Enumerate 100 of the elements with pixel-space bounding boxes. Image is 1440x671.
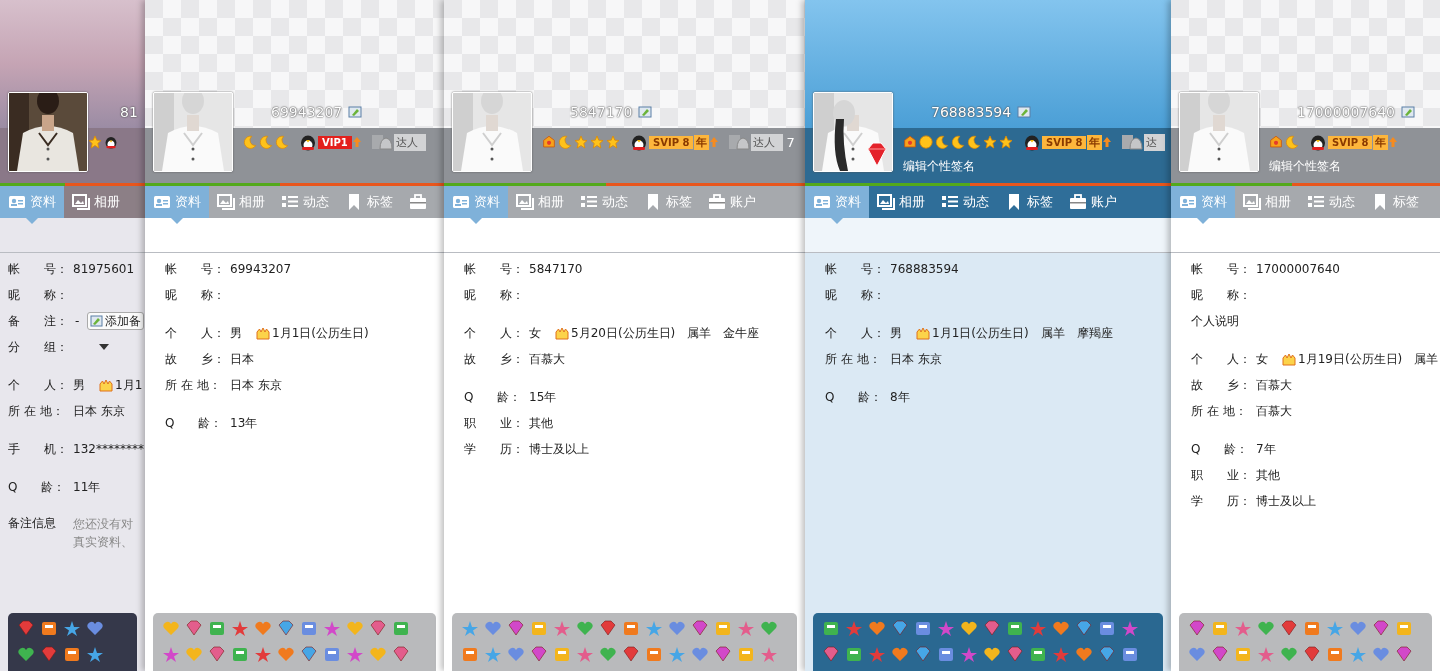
field-value: 博士及以上 [529, 440, 589, 458]
gem-icon [299, 645, 317, 663]
gem-icon [821, 645, 839, 663]
field-label: 所 在 地： [825, 350, 882, 368]
field-label: 昵 称： [825, 286, 886, 304]
gem-icon [1302, 645, 1320, 663]
cake-icon [555, 326, 569, 340]
gender-value: 男 [890, 324, 902, 342]
profile-card-icon [813, 193, 831, 211]
field-value: 日本 东京 [890, 350, 942, 368]
tab[interactable]: 动态 [572, 186, 636, 218]
tile-icon [621, 619, 639, 637]
tab[interactable]: 动态 [1299, 186, 1363, 218]
edit-icon[interactable] [1401, 106, 1415, 118]
field-label: 所 在 地： [1191, 402, 1248, 420]
tab[interactable]: 动态 [273, 186, 337, 218]
field-value: 81975601 [73, 262, 135, 276]
tile-icon [39, 619, 57, 637]
tile-icon [322, 645, 340, 663]
account-number: 17000007640 [1297, 104, 1395, 120]
tab[interactable]: 动态 [933, 186, 997, 218]
penguin-icon [630, 133, 648, 151]
tile-icon [460, 645, 478, 663]
crown-icon [1269, 135, 1283, 149]
gender-value: 女 [1256, 350, 1268, 368]
expert-tag: 达 [1144, 133, 1166, 151]
moon-icon [275, 135, 289, 149]
tile-icon [913, 619, 931, 637]
heart-icon [575, 619, 593, 637]
edit-icon[interactable] [348, 106, 363, 118]
field-value: 属羊 [1040, 324, 1065, 342]
heart-icon [1348, 619, 1366, 637]
gem-icon [982, 619, 1000, 637]
gem-icon [890, 619, 908, 637]
heart-icon [759, 619, 777, 637]
star-icon [959, 645, 977, 663]
star-icon [1120, 619, 1138, 637]
tab[interactable]: 相册 [1235, 186, 1299, 218]
tab[interactable]: 相册 [869, 186, 933, 218]
star-icon [590, 135, 604, 149]
up-arrow-icon [1389, 137, 1398, 147]
cake-icon [256, 326, 270, 340]
tile-icon [230, 645, 248, 663]
gem-icon [276, 619, 294, 637]
field-label: 分 组： [8, 338, 69, 356]
field-value: 属羊 [687, 324, 712, 342]
star-icon [1256, 645, 1274, 663]
group-dropdown[interactable] [97, 342, 111, 352]
crown-icon [542, 135, 556, 149]
signature-link[interactable]: 编辑个性签名 [903, 158, 1171, 175]
star-icon [999, 135, 1013, 149]
bell-icon [1121, 132, 1144, 152]
star-icon [1233, 619, 1251, 637]
tab[interactable]: 标签 [997, 186, 1061, 218]
expert-tag: 达人 [393, 133, 426, 151]
add-note-button[interactable]: 添加备 [87, 312, 145, 330]
photo-frame-icon [877, 193, 895, 211]
gem-icon [1210, 645, 1228, 663]
tab[interactable]: 账户 [700, 186, 764, 218]
edit-icon[interactable] [638, 106, 653, 118]
cake-icon [1282, 352, 1296, 366]
heart-icon [1074, 645, 1092, 663]
star-icon [867, 645, 885, 663]
field-label: 个 人： [464, 324, 525, 342]
tab[interactable]: 账户 [1061, 186, 1125, 218]
photo-frame-icon [516, 193, 534, 211]
tab[interactable]: 相册 [64, 186, 128, 218]
tab[interactable]: 标签 [636, 186, 700, 218]
field-label: Q 龄： [825, 388, 884, 406]
field-value: 金牛座 [723, 324, 760, 342]
field-label: 故 乡： [1191, 376, 1252, 394]
heart-icon [598, 645, 616, 663]
field-label: Q 龄： [8, 478, 67, 496]
star-icon [230, 619, 248, 637]
tile-icon [207, 619, 225, 637]
vip-level: SVIP 8 [649, 135, 694, 149]
gender-value: 男 [230, 324, 242, 342]
field-label: 帐 号： [464, 260, 525, 278]
gem-icon [1005, 645, 1023, 663]
tab[interactable]: 标签 [1363, 186, 1427, 218]
signature-link[interactable]: 编辑个性签名 [1269, 158, 1440, 175]
tab[interactable]: 相册 [209, 186, 273, 218]
star-icon [85, 645, 103, 663]
tile-icon [1394, 619, 1412, 637]
field-value: 7年 [1256, 440, 1276, 458]
star-icon [936, 619, 954, 637]
heart-icon [506, 645, 524, 663]
tile-icon [1028, 645, 1046, 663]
star-icon [483, 645, 501, 663]
tab[interactable]: 相册 [508, 186, 572, 218]
vip-level: SVIP 8 [1328, 135, 1373, 149]
account-number: 81 [120, 104, 138, 120]
star-icon [345, 645, 363, 663]
edit-icon[interactable] [1017, 106, 1032, 118]
tab[interactable]: 标签 [337, 186, 401, 218]
heart-icon [253, 619, 271, 637]
birthday-value: 1月1日(公历生日) [932, 324, 1029, 342]
tile-icon [844, 645, 862, 663]
star-icon [460, 619, 478, 637]
penguin-icon [1309, 133, 1327, 151]
